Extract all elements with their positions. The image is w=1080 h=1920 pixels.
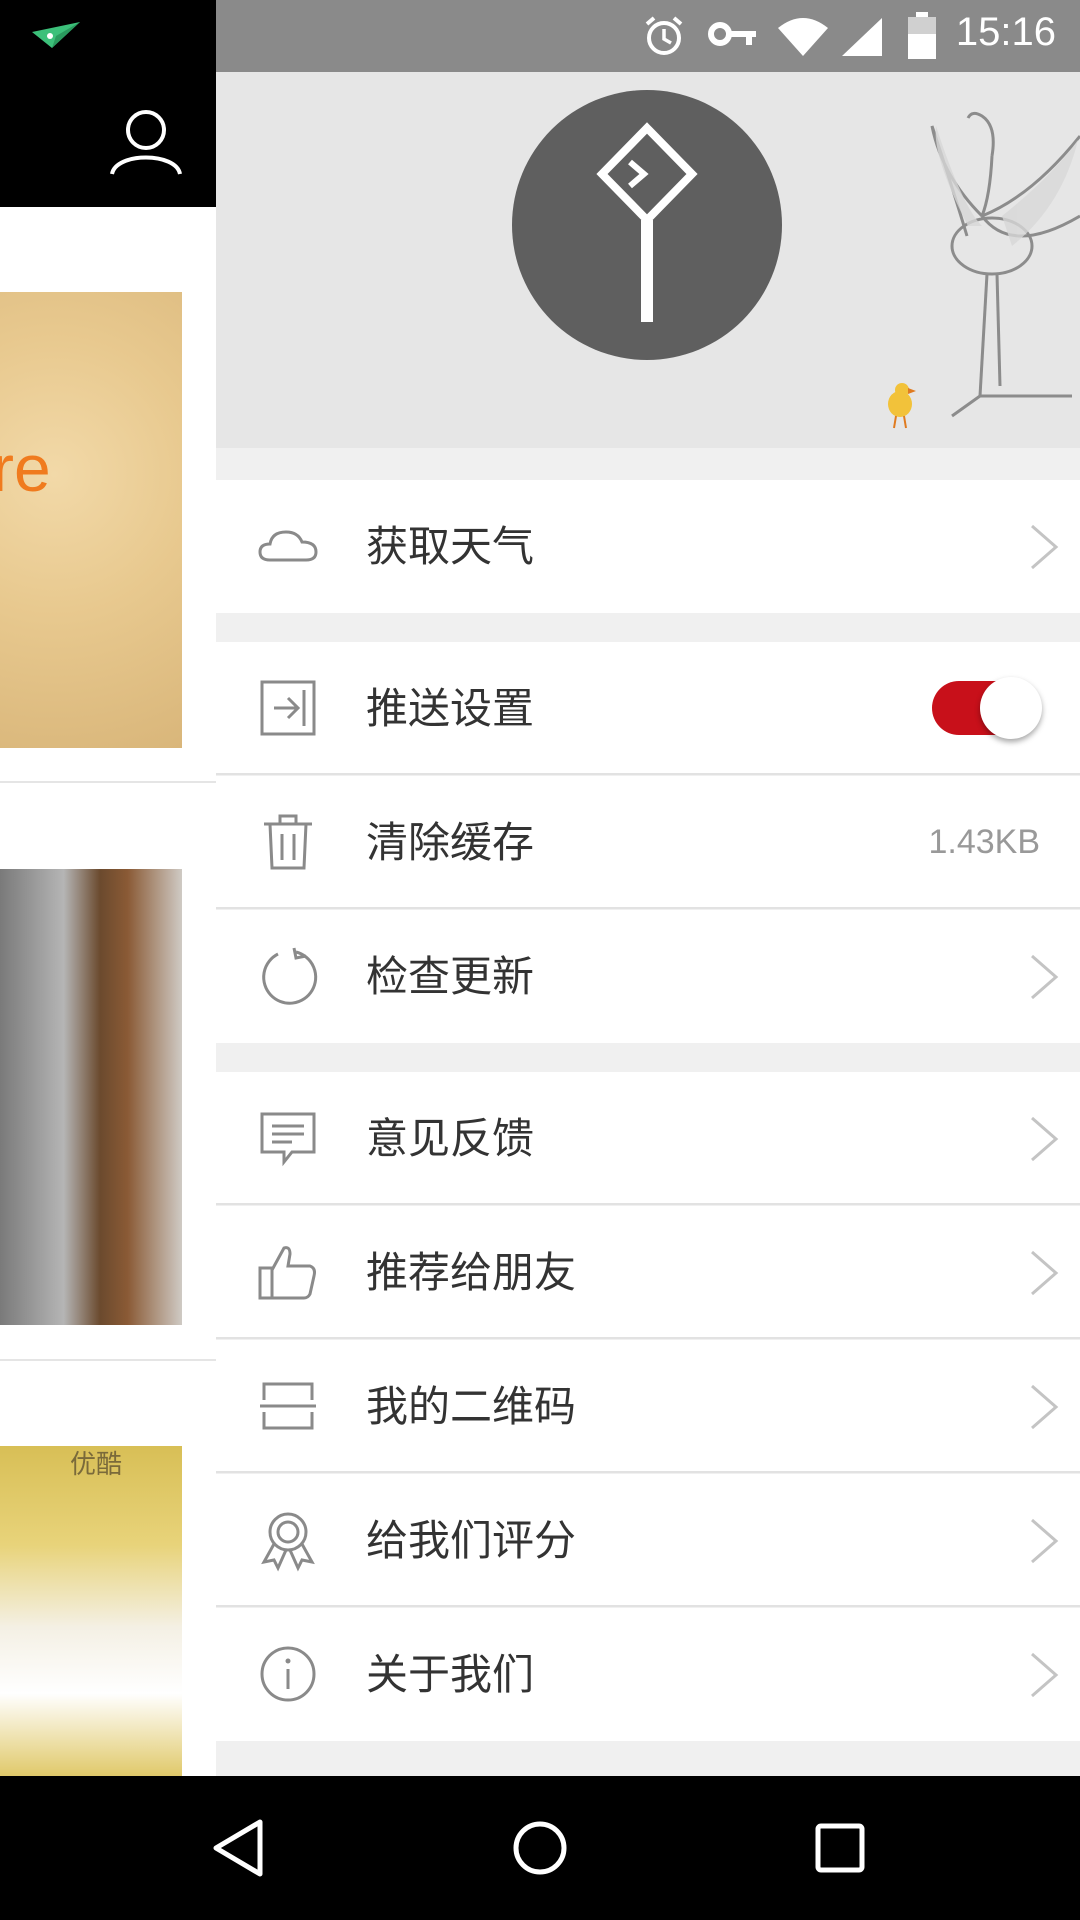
- chevron-right-icon: [1031, 1652, 1059, 1698]
- thumbs-up-icon: [258, 1246, 316, 1300]
- menu-item-label: 意见反馈: [366, 1114, 535, 1163]
- chat-bubble-icon: [260, 1112, 316, 1167]
- menu-item-label: 获取天气: [366, 522, 535, 571]
- menu-item-weather[interactable]: 获取天气: [216, 480, 1080, 613]
- trash-icon: [264, 814, 312, 870]
- feed-card-image[interactable]: [0, 869, 182, 1325]
- qr-frame-icon: [260, 1382, 316, 1430]
- cloud-icon: [258, 530, 318, 562]
- menu-item-label: 关于我们: [366, 1650, 535, 1699]
- chevron-right-icon: [1031, 524, 1059, 570]
- chevron-right-icon: [1031, 954, 1059, 1000]
- divider: [216, 1203, 1080, 1205]
- vpn-key-icon: [708, 22, 756, 46]
- menu-item-push-settings[interactable]: 推送设置: [216, 642, 1080, 775]
- menu-item-label: 推送设置: [366, 684, 535, 733]
- push-toggle-switch[interactable]: [932, 675, 1042, 741]
- menu-item-label: 推荐给朋友: [366, 1248, 577, 1297]
- menu-item-recommend[interactable]: 推荐给朋友: [216, 1206, 1080, 1339]
- home-icon[interactable]: [508, 1816, 572, 1880]
- back-icon[interactable]: [208, 1816, 272, 1880]
- wifi-icon: [778, 18, 828, 56]
- paper-plane-logo-icon: [32, 22, 80, 48]
- divider: [216, 1605, 1080, 1607]
- chevron-right-icon: [1031, 1116, 1059, 1162]
- menu-item-label: 我的二维码: [366, 1382, 577, 1431]
- divider: [0, 781, 216, 783]
- status-bar: 15:16: [216, 0, 1080, 72]
- alarm-icon: [645, 16, 683, 55]
- user-profile-icon[interactable]: [108, 106, 184, 176]
- toggle-thumb: [980, 677, 1042, 739]
- menu-item-qr-code[interactable]: 我的二维码: [216, 1340, 1080, 1473]
- chevron-right-icon: [1031, 1384, 1059, 1430]
- drawer-header: [216, 72, 1080, 448]
- divider: [216, 1471, 1080, 1473]
- divider: [216, 907, 1080, 909]
- divider: [216, 773, 1080, 775]
- menu-item-about[interactable]: 关于我们: [216, 1608, 1080, 1741]
- navigation-drawer: 获取天气 推送设置 清除缓存 1.43KB 检查更新 意见反馈 推荐给朋友 我的…: [216, 72, 1080, 1776]
- menu-item-label: 清除缓存: [366, 818, 535, 867]
- award-badge-icon: [261, 1512, 315, 1572]
- avatar[interactable]: [512, 90, 782, 360]
- background-toolbar: [0, 0, 216, 207]
- battery-icon: [908, 12, 936, 59]
- menu-item-feedback[interactable]: 意见反馈: [216, 1072, 1080, 1205]
- app-logo-icon: [596, 122, 698, 322]
- crane-illustration-icon: [888, 111, 1080, 429]
- cell-signal-icon: [842, 18, 882, 56]
- background-app: re 优酷: [0, 0, 216, 1776]
- status-time: 15:16: [955, 10, 1056, 54]
- chevron-right-icon: [1031, 1250, 1059, 1296]
- menu-item-label: 给我们评分: [366, 1516, 577, 1565]
- feed-card-watermark: 优酷: [70, 1450, 123, 1480]
- login-arrow-icon: [260, 680, 316, 736]
- menu-item-rate-us[interactable]: 给我们评分: [216, 1474, 1080, 1607]
- feed-card-caption: re: [0, 431, 51, 505]
- cache-size-value: 1.43KB: [928, 823, 1040, 861]
- menu-item-check-update[interactable]: 检查更新: [216, 910, 1080, 1043]
- info-icon: [260, 1646, 316, 1702]
- refresh-icon: [262, 947, 318, 1005]
- recents-icon[interactable]: [808, 1816, 872, 1880]
- system-navigation-bar: [0, 1776, 1080, 1920]
- menu-item-label: 检查更新: [366, 952, 535, 1001]
- feed-card-image[interactable]: [0, 1446, 182, 1776]
- chevron-right-icon: [1031, 1518, 1059, 1564]
- menu-item-clear-cache[interactable]: 清除缓存 1.43KB: [216, 776, 1080, 909]
- feed-card-image[interactable]: [0, 292, 182, 748]
- divider: [0, 1359, 216, 1361]
- divider: [216, 1337, 1080, 1339]
